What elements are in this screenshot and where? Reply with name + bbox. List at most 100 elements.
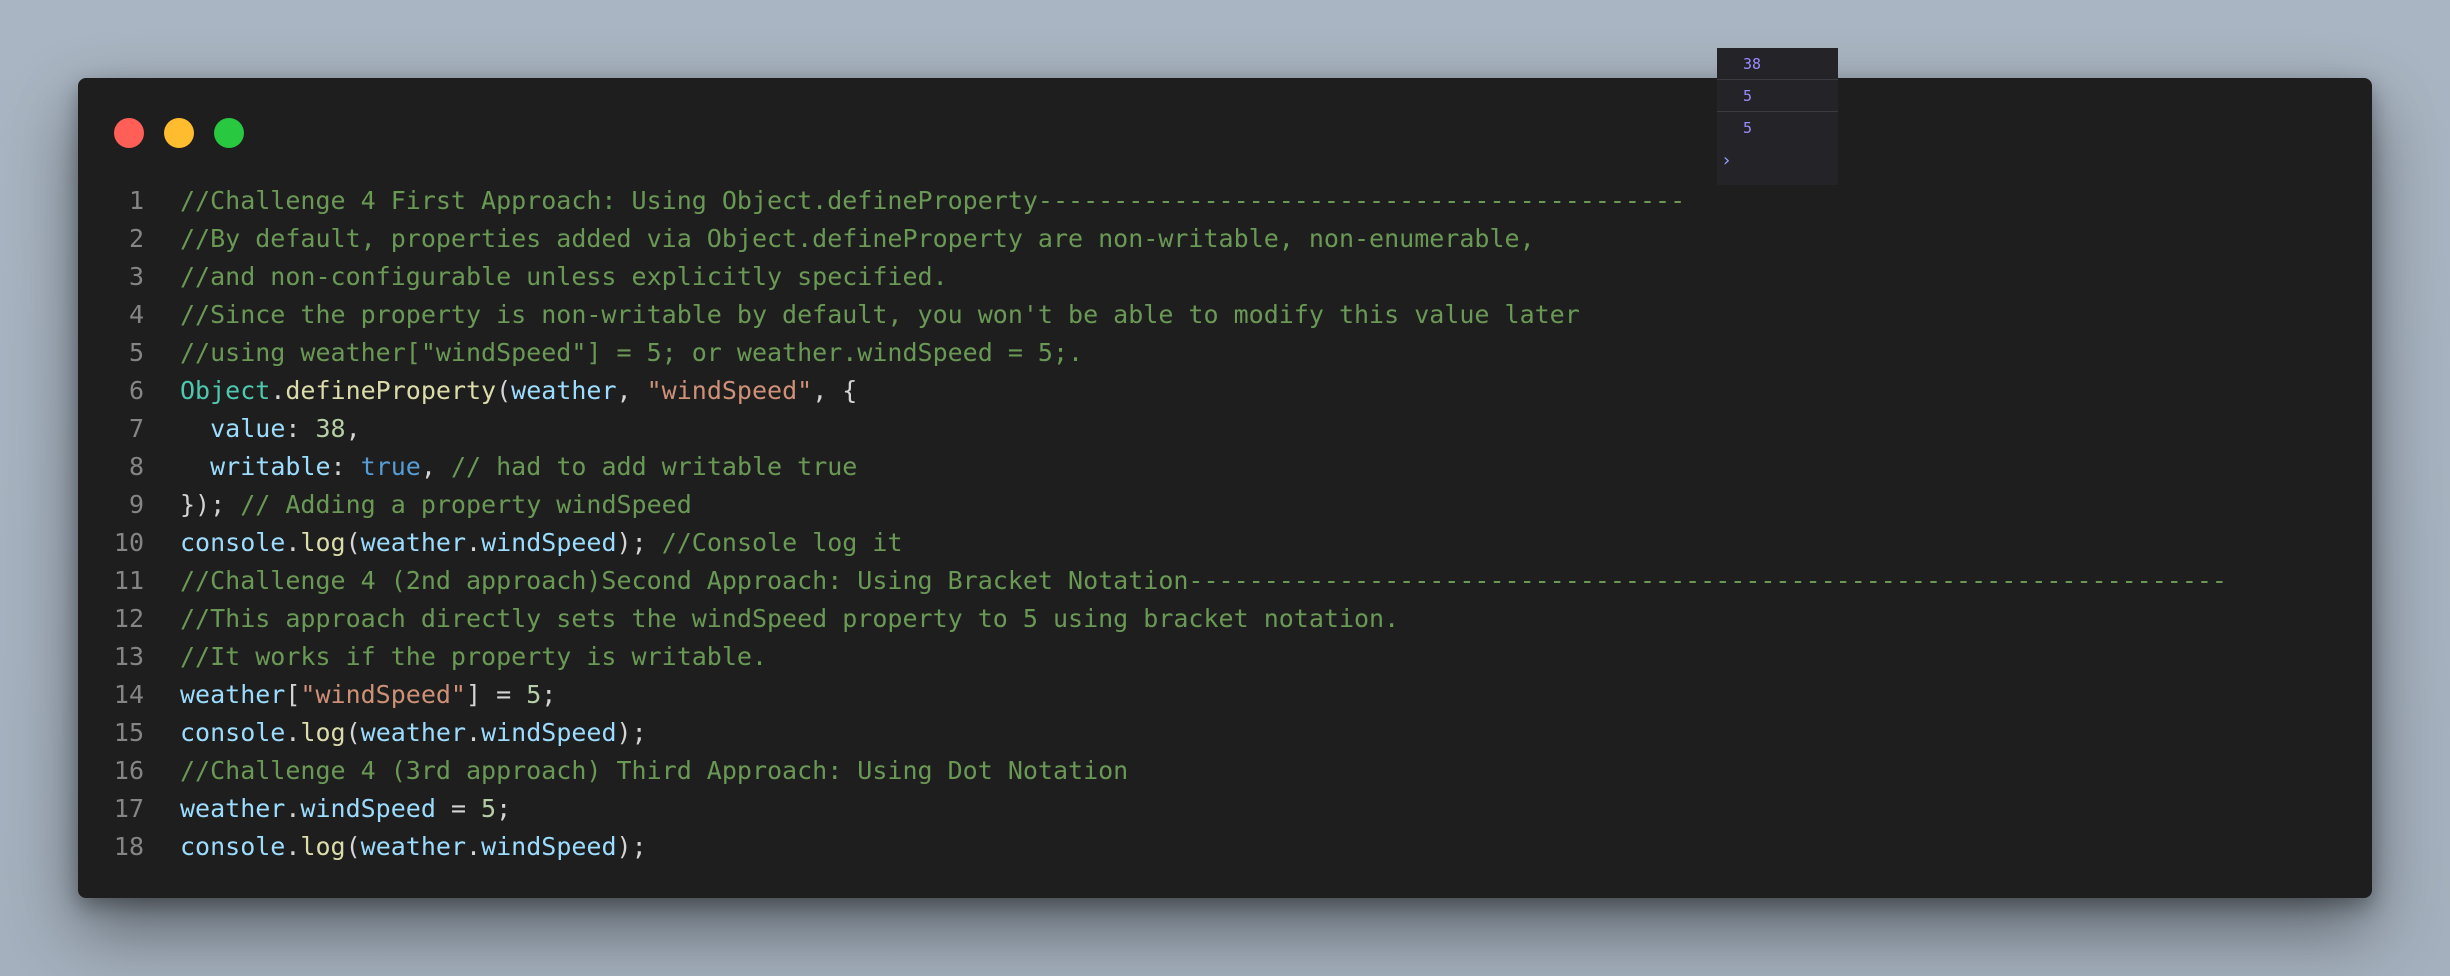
code-token: ; bbox=[541, 680, 557, 709]
code-token: //It works if the property is writable. bbox=[180, 642, 767, 671]
code-token: ); bbox=[616, 718, 647, 747]
code-token: writable bbox=[210, 452, 331, 481]
code-line: 15 console.log(weather.windSpeed); bbox=[78, 714, 2372, 752]
code-text: Object.defineProperty(weather, "windSpee… bbox=[180, 372, 857, 410]
code-text: //Challenge 4 (2nd approach)Second Appro… bbox=[180, 562, 2227, 600]
code-line: 11 //Challenge 4 (2nd approach)Second App… bbox=[78, 562, 2372, 600]
code-token: windSpeed bbox=[481, 528, 617, 557]
line-number: 10 bbox=[113, 528, 144, 557]
code-line: 6 Object.defineProperty(weather, "windSpe… bbox=[78, 372, 2372, 410]
line-number: 4 bbox=[128, 300, 144, 329]
code-token: log bbox=[300, 718, 346, 747]
maximize-button[interactable] bbox=[214, 118, 244, 148]
code-token: Object bbox=[180, 376, 271, 405]
code-line: 16 //Challenge 4 (3rd approach) Third App… bbox=[78, 752, 2372, 790]
code-line: 12 //This approach directly sets the wind… bbox=[78, 600, 2372, 638]
line-number: 18 bbox=[113, 832, 144, 861]
code-token: , bbox=[616, 376, 647, 405]
code-text: //using weather["windSpeed"] = 5; or wea… bbox=[180, 334, 1083, 372]
code-token: // Adding a property windSpeed bbox=[240, 490, 692, 519]
code-token: //This approach directly sets the windSp… bbox=[180, 604, 1400, 633]
code-token: console bbox=[180, 832, 286, 861]
code-line: 4 //Since the property is non-writable by… bbox=[78, 296, 2372, 334]
minimize-button[interactable] bbox=[164, 118, 194, 148]
code-token: , bbox=[345, 414, 361, 443]
code-token: : bbox=[285, 414, 316, 443]
code-token: . bbox=[285, 718, 301, 747]
code-token: . bbox=[270, 376, 286, 405]
code-line: 13 //It works if the property is writable… bbox=[78, 638, 2372, 676]
code-token: , bbox=[420, 452, 451, 481]
code-token: true bbox=[360, 452, 421, 481]
code-text: //and non-configurable unless explicitly… bbox=[180, 258, 948, 296]
code-token: ( bbox=[496, 376, 512, 405]
code-token: "windSpeed" bbox=[300, 680, 466, 709]
code-text: value: 38, bbox=[180, 410, 361, 448]
code-token: 5 bbox=[481, 794, 497, 823]
code-token: //Console log it bbox=[661, 528, 903, 557]
code-text: //Since the property is non-writable by … bbox=[180, 296, 1580, 334]
code-window: 1 //Challenge 4 First Approach: Using Obj… bbox=[78, 78, 2372, 898]
code-token: . bbox=[285, 528, 301, 557]
code-token: console bbox=[180, 718, 286, 747]
code-token: // had to add writable true bbox=[450, 452, 858, 481]
code-line: 1 //Challenge 4 First Approach: Using Obj… bbox=[78, 182, 2372, 220]
window-controls bbox=[114, 118, 244, 148]
code-token: = bbox=[435, 794, 482, 823]
code-token: ); bbox=[616, 528, 662, 557]
code-token: weather bbox=[180, 680, 286, 709]
line-number: 9 bbox=[128, 490, 144, 519]
code-text: console.log(weather.windSpeed); bbox=[180, 828, 647, 866]
console-entry: 5 bbox=[1743, 119, 1753, 137]
code-token: : bbox=[330, 452, 361, 481]
line-number: 6 bbox=[128, 376, 144, 405]
code-token: [ bbox=[285, 680, 301, 709]
code-text: console.log(weather.windSpeed); //Consol… bbox=[180, 524, 903, 562]
code-token: //Since the property is non-writable by … bbox=[180, 300, 1580, 329]
line-number: 8 bbox=[128, 452, 144, 481]
code-text: //Challenge 4 First Approach: Using Obje… bbox=[180, 182, 1685, 220]
code-token: //Challenge 4 (3rd approach) Third Appro… bbox=[180, 756, 1129, 785]
console-prompt-icon[interactable]: › bbox=[1721, 150, 1732, 172]
code-token: ); bbox=[616, 832, 647, 861]
code-token: //and non-configurable unless explicitly… bbox=[180, 262, 948, 291]
line-number: 2 bbox=[128, 224, 144, 253]
code-text: }); // Adding a property windSpeed bbox=[180, 486, 692, 524]
code-line: 14 weather["windSpeed"] = 5; bbox=[78, 676, 2372, 714]
code-token: //By default, properties added via Objec… bbox=[180, 224, 1535, 253]
code-token: defineProperty bbox=[285, 376, 497, 405]
code-token: . bbox=[466, 718, 482, 747]
code-token: weather bbox=[360, 718, 466, 747]
code-token: ( bbox=[345, 718, 361, 747]
line-number: 14 bbox=[113, 680, 144, 709]
console-entry: 38 bbox=[1717, 48, 1838, 80]
code-text: //It works if the property is writable. bbox=[180, 638, 767, 676]
code-token: ( bbox=[345, 528, 361, 557]
code-text: weather["windSpeed"] = 5; bbox=[180, 676, 556, 714]
code-line: 3 //and non-configurable unless explicitl… bbox=[78, 258, 2372, 296]
code-token: weather bbox=[511, 376, 617, 405]
code-token: 5 bbox=[526, 680, 542, 709]
code-token: 38 bbox=[315, 414, 346, 443]
code-line: 9 }); // Adding a property windSpeed bbox=[78, 486, 2372, 524]
code-token: "windSpeed" bbox=[646, 376, 813, 405]
code-token: . bbox=[466, 528, 482, 557]
code-token: ( bbox=[345, 832, 361, 861]
code-token: , { bbox=[812, 376, 858, 405]
code-token: log bbox=[300, 528, 346, 557]
code-token: windSpeed bbox=[481, 832, 617, 861]
close-button[interactable] bbox=[114, 118, 144, 148]
line-number: 3 bbox=[128, 262, 144, 291]
code-token: weather bbox=[360, 528, 466, 557]
code-token: ; bbox=[496, 794, 512, 823]
code-token: weather bbox=[360, 832, 466, 861]
console-panel: 38 5 5 › bbox=[1717, 48, 1838, 185]
code-editor[interactable]: 1 //Challenge 4 First Approach: Using Obj… bbox=[78, 182, 2372, 866]
line-number: 16 bbox=[113, 756, 144, 785]
code-token: weather bbox=[180, 794, 286, 823]
line-number: 13 bbox=[113, 642, 144, 671]
line-number: 15 bbox=[113, 718, 144, 747]
line-number: 11 bbox=[113, 566, 144, 595]
